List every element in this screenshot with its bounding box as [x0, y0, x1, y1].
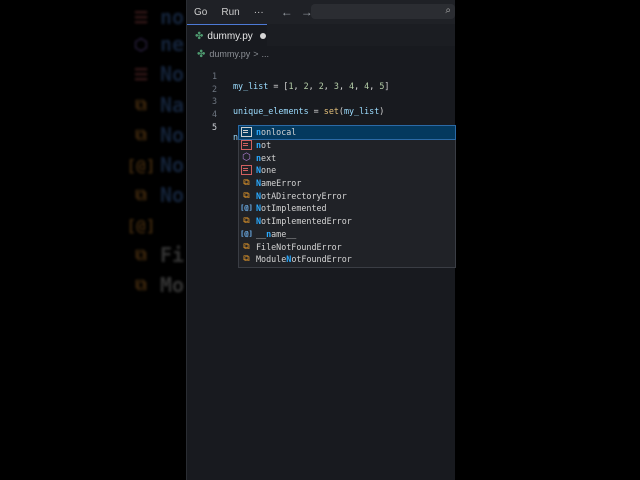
- suggestion-label: FileNotFoundError: [256, 241, 342, 252]
- suggestion-item[interactable]: ⧉ NotADirectoryError: [239, 189, 455, 202]
- suggestion-item[interactable]: ⧉ ModuleNotFoundError: [239, 253, 455, 266]
- class-icon: ⧉: [243, 190, 250, 201]
- code-area[interactable]: 1 my_list = [1, 2, 2, 3, 4, 4, 5] 2 3 un…: [187, 61, 455, 142]
- code-line: 2: [187, 74, 455, 94]
- keyword-icon: ☰: [133, 64, 149, 84]
- keyword-icon: ☰: [133, 7, 149, 27]
- suggestion-item[interactable]: nonlocal: [238, 125, 456, 140]
- method-icon: ⬡: [242, 152, 251, 164]
- suggestion-label: ModuleNotFoundError: [256, 254, 352, 265]
- echo-row: ☰ No: [130, 61, 184, 87]
- breadcrumb: ✤ dummy.py > ...: [197, 47, 269, 61]
- back-arrow-icon[interactable]: ←: [277, 5, 297, 19]
- menu-bar: Go Run ··· ← → ⌕: [187, 0, 455, 24]
- suggestion-item[interactable]: ⧉ NameError: [239, 177, 455, 190]
- class-icon: ⧉: [135, 185, 147, 204]
- class-icon: ⧉: [135, 275, 147, 294]
- echo-row: ⬡ ne: [130, 31, 184, 57]
- suggestion-item[interactable]: ⧉ NotImplementedError: [239, 215, 455, 228]
- keyword-icon: [241, 165, 252, 176]
- breadcrumb-separator: >: [253, 49, 259, 59]
- method-icon: ⬡: [134, 34, 148, 54]
- variable-icon: [@]: [240, 204, 253, 213]
- suggestion-item[interactable]: [@] __name__: [239, 228, 455, 241]
- echo-row: ⧉ No: [130, 182, 184, 208]
- echo-row: ⧉ Fi: [130, 242, 184, 268]
- class-icon: ⧉: [243, 254, 250, 265]
- line-number: 5: [211, 121, 217, 132]
- keyword-icon: [241, 127, 252, 138]
- suggestion-item[interactable]: not: [239, 139, 455, 152]
- menu-more[interactable]: ···: [247, 7, 271, 18]
- suggestion-label: None: [256, 165, 277, 176]
- class-icon: ⧉: [135, 95, 147, 114]
- suggestion-item[interactable]: [@] NotImplemented: [239, 202, 455, 215]
- suggestion-label: NameError: [256, 178, 302, 189]
- menu-run[interactable]: Run: [214, 7, 246, 18]
- suggestion-label: NotImplementedError: [256, 216, 352, 227]
- suggestion-label: nonlocal: [256, 127, 297, 138]
- variable-icon: [@]: [126, 215, 156, 235]
- suggestion-label: __name__: [256, 228, 297, 239]
- suggestion-item[interactable]: None: [239, 164, 455, 177]
- echo-row: [@]: [126, 212, 160, 238]
- code-line: 1 my_list = [1, 2, 2, 3, 4, 4, 5]: [187, 61, 455, 91]
- python-file-icon: ✤: [197, 48, 206, 60]
- echo-row: ⧉ Na: [130, 92, 184, 118]
- tab-label: dummy.py: [207, 30, 253, 42]
- breadcrumb-file[interactable]: dummy.py: [209, 49, 250, 59]
- unsaved-dot-icon[interactable]: [259, 33, 266, 39]
- echo-row: ⧉ No: [130, 122, 184, 148]
- echo-row: ☰ no: [130, 4, 184, 30]
- class-icon: ⧉: [243, 178, 250, 189]
- suggestion-label: NotImplemented: [256, 203, 327, 214]
- search-icon: ⌕: [445, 5, 451, 16]
- python-file-icon: ✤: [195, 30, 204, 42]
- suggestion-label: NotADirectoryError: [256, 190, 347, 201]
- class-icon: ⧉: [243, 216, 250, 227]
- echo-row: [@] No: [126, 153, 185, 177]
- variable-icon: [@]: [240, 229, 253, 238]
- suggestion-item[interactable]: ⧉ FileNotFoundError: [239, 240, 455, 253]
- class-icon: ⧉: [135, 245, 147, 264]
- code-line: 4: [187, 99, 455, 119]
- class-icon: ⧉: [243, 241, 250, 252]
- tab-bar: ✤ dummy.py: [187, 24, 455, 47]
- code-line: 3 unique_elements = set(my_list): [187, 86, 455, 116]
- breadcrumb-more[interactable]: ...: [262, 49, 270, 59]
- autocomplete-popup[interactable]: nonlocal not ⬡ next None ⧉ NameError ⧉ NotADirec…: [238, 125, 456, 268]
- tab-dummy-py[interactable]: ✤ dummy.py: [187, 24, 267, 47]
- suggestion-label: not: [256, 140, 272, 151]
- variable-icon: [@]: [126, 155, 156, 175]
- command-center-search[interactable]: ⌕: [311, 4, 455, 19]
- suggestion-item[interactable]: ⬡ next: [239, 151, 455, 164]
- class-icon: ⧉: [135, 125, 147, 144]
- code-line-active: 5 n: [187, 112, 455, 142]
- keyword-icon: [241, 140, 252, 151]
- echo-row: ⧉ Mo: [130, 272, 184, 298]
- menu-go[interactable]: Go: [187, 7, 214, 18]
- suggestion-label: next: [256, 152, 277, 163]
